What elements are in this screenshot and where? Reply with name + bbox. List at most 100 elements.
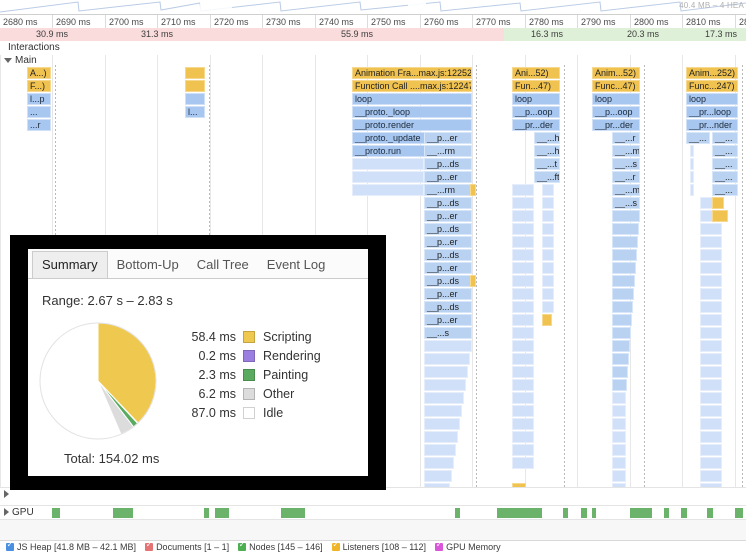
flame-bar[interactable]: [542, 223, 554, 235]
flame-bar[interactable]: [700, 405, 722, 417]
flame-bar[interactable]: [612, 210, 640, 222]
flame-bar[interactable]: [512, 340, 534, 352]
chevron-right-icon[interactable]: [4, 508, 9, 517]
gpu-activity-block[interactable]: [563, 508, 568, 518]
pie-legend-row[interactable]: 87.0 ms Idle: [174, 406, 321, 420]
flame-bar[interactable]: [612, 327, 631, 339]
flame-bar[interactable]: [690, 171, 694, 183]
flame-bar[interactable]: __p...er: [424, 288, 472, 300]
flame-bar[interactable]: __...rm: [424, 145, 472, 157]
flame-bar[interactable]: [612, 262, 636, 274]
overview-heap-graph[interactable]: 40.4 MB – 4 HEA: [0, 0, 746, 14]
flame-bar[interactable]: [612, 249, 637, 261]
flame-bar[interactable]: __...: [712, 145, 738, 157]
counter-legend-item[interactable]: GPU Memory: [435, 540, 501, 552]
gpu-activity-block[interactable]: [497, 508, 542, 518]
gpu-activity-block[interactable]: [581, 508, 587, 518]
frame-block[interactable]: 31.3 ms: [104, 28, 210, 41]
main-track-header[interactable]: Main: [4, 55, 37, 67]
flame-bar[interactable]: __pr...der: [512, 119, 560, 131]
flame-bar[interactable]: __p...er: [424, 236, 472, 248]
flame-bar[interactable]: __...r: [612, 171, 640, 183]
flame-bar[interactable]: __p...er: [424, 171, 472, 183]
flame-bar[interactable]: Func...247): [686, 80, 738, 92]
flame-bar[interactable]: [185, 93, 205, 105]
flame-bar[interactable]: ...r: [27, 119, 51, 131]
flame-bar[interactable]: [700, 457, 722, 469]
flame-bar[interactable]: [612, 340, 630, 352]
gpu-activity-block[interactable]: [592, 508, 596, 518]
flame-bar[interactable]: [424, 353, 470, 365]
flame-bar[interactable]: [542, 262, 554, 274]
counter-legend-item[interactable]: Documents [1 – 1]: [145, 540, 229, 552]
flame-bar[interactable]: [700, 340, 722, 352]
drawer-tab-bar[interactable]: Summary Bottom-Up Call Tree Event Log: [28, 249, 368, 279]
flame-bar[interactable]: [512, 366, 534, 378]
flame-bar[interactable]: [542, 301, 554, 313]
flame-bar[interactable]: [424, 379, 466, 391]
flame-bar[interactable]: __p...ds: [424, 197, 472, 209]
flame-bar[interactable]: [185, 80, 205, 92]
flame-bar[interactable]: __p...oop: [512, 106, 560, 118]
gpu-activity-block[interactable]: [681, 508, 687, 518]
flame-bar[interactable]: [700, 301, 722, 313]
flame-bar[interactable]: [424, 340, 472, 352]
flame-bar[interactable]: __p...ds: [424, 249, 472, 261]
flame-bar[interactable]: __...m: [612, 184, 640, 196]
flame-bar[interactable]: [612, 366, 628, 378]
flame-bar[interactable]: [700, 236, 722, 248]
flame-bar[interactable]: [470, 184, 476, 196]
flame-bar[interactable]: __pr...nder: [686, 119, 738, 131]
drawer-tab-event-log[interactable]: Event Log: [258, 252, 335, 278]
flame-bar[interactable]: [512, 444, 534, 456]
flame-bar[interactable]: __proto.render: [352, 119, 472, 131]
drawer-tab-call-tree[interactable]: Call Tree: [188, 252, 258, 278]
flame-bar[interactable]: __p...er: [424, 132, 472, 144]
flame-bar[interactable]: __pr...loop: [686, 106, 738, 118]
flame-bar[interactable]: [690, 158, 694, 170]
flame-bar[interactable]: [612, 301, 633, 313]
flame-bar[interactable]: [542, 210, 554, 222]
drawer-tab-summary[interactable]: Summary: [32, 251, 108, 278]
flame-bar[interactable]: __pr...der: [592, 119, 640, 131]
flame-bar[interactable]: [352, 184, 424, 196]
gpu-activity-block[interactable]: [113, 508, 133, 518]
flame-bar[interactable]: [700, 366, 722, 378]
gpu-activity-block[interactable]: [204, 508, 209, 518]
chevron-right-icon[interactable]: [4, 490, 9, 499]
flame-bar[interactable]: Anim...52): [592, 67, 640, 79]
flame-bar[interactable]: [612, 314, 632, 326]
flame-bar[interactable]: [424, 431, 458, 443]
flame-bar[interactable]: __...r: [612, 132, 640, 144]
flame-bar[interactable]: __...m: [612, 145, 640, 157]
flame-bar[interactable]: [612, 405, 626, 417]
flame-bar[interactable]: [512, 184, 534, 196]
flame-bar[interactable]: [512, 314, 534, 326]
flame-bar[interactable]: loop: [592, 93, 640, 105]
flame-bar[interactable]: F...): [27, 80, 51, 92]
pie-legend-row[interactable]: 0.2 ms Rendering: [174, 349, 320, 363]
flame-bar[interactable]: loop: [686, 93, 738, 105]
flame-bar[interactable]: [612, 379, 627, 391]
flame-bar[interactable]: __p...oop: [592, 106, 640, 118]
flame-bar[interactable]: [512, 457, 534, 469]
flame-bar[interactable]: __...h: [534, 145, 560, 157]
flame-bar[interactable]: __proto._loop: [352, 106, 472, 118]
flame-bar[interactable]: [700, 418, 722, 430]
flame-bar[interactable]: [512, 405, 534, 417]
flame-bar[interactable]: [512, 275, 534, 287]
flame-bar[interactable]: [612, 236, 638, 248]
flame-bar[interactable]: [512, 223, 534, 235]
gpu-activity-block[interactable]: [630, 508, 652, 518]
flame-bar[interactable]: [424, 444, 456, 456]
flame-bar[interactable]: [512, 418, 534, 430]
flame-bar[interactable]: [424, 418, 460, 430]
flame-bar[interactable]: Fun...47): [512, 80, 560, 92]
frame-block[interactable]: 55.9 ms: [210, 28, 504, 41]
flame-bar[interactable]: [424, 405, 462, 417]
flame-bar[interactable]: __...ft: [534, 171, 560, 183]
checkbox-checked-icon[interactable]: [238, 540, 247, 551]
flame-bar[interactable]: [700, 288, 722, 300]
flame-bar[interactable]: Ani...52): [512, 67, 560, 79]
flame-bar[interactable]: [612, 470, 626, 482]
